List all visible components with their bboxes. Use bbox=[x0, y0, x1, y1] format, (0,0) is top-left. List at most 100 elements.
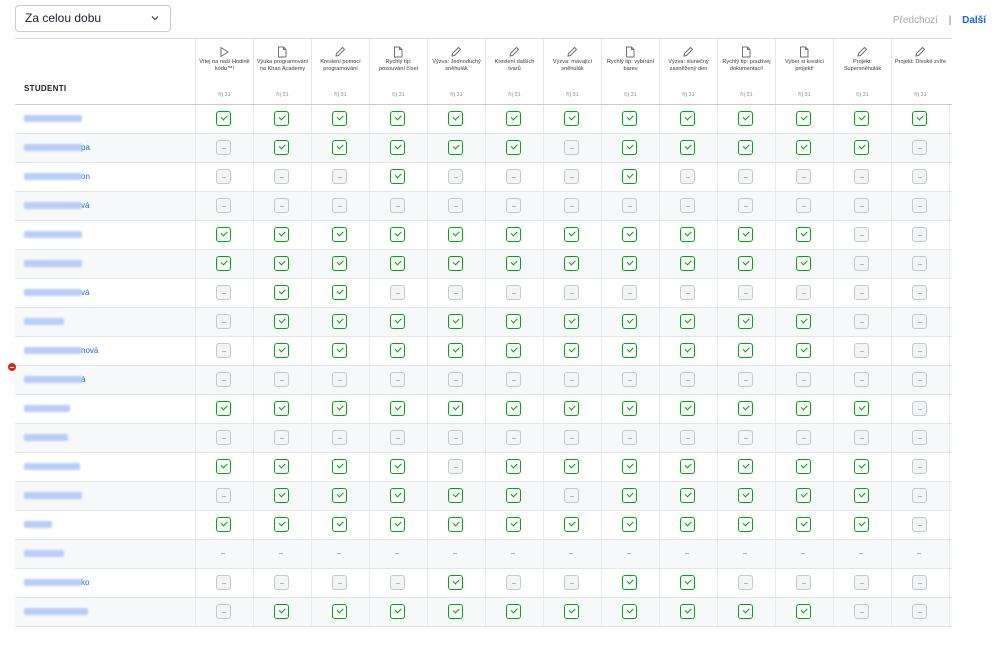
completed-checkbox[interactable] bbox=[622, 401, 637, 416]
student-name-link[interactable]: á bbox=[24, 375, 85, 385]
not-started-checkbox[interactable] bbox=[448, 430, 463, 445]
not-started-checkbox[interactable] bbox=[912, 459, 927, 474]
not-started-checkbox[interactable] bbox=[390, 430, 405, 445]
not-started-checkbox[interactable] bbox=[332, 430, 347, 445]
completed-checkbox[interactable] bbox=[390, 488, 405, 503]
completed-checkbox[interactable] bbox=[390, 111, 405, 126]
completed-checkbox[interactable] bbox=[796, 111, 811, 126]
not-started-checkbox[interactable] bbox=[506, 169, 521, 184]
not-started-checkbox[interactable] bbox=[912, 256, 927, 271]
completed-checkbox[interactable] bbox=[216, 401, 231, 416]
not-started-checkbox[interactable] bbox=[506, 430, 521, 445]
completed-checkbox[interactable] bbox=[564, 343, 579, 358]
not-started-checkbox[interactable] bbox=[216, 140, 231, 155]
not-started-checkbox[interactable] bbox=[448, 198, 463, 213]
completed-checkbox[interactable] bbox=[564, 517, 579, 532]
assignment-column-header[interactable]: Rychlý tip: používej dokumentaci! říj 31 bbox=[717, 39, 775, 104]
completed-checkbox[interactable] bbox=[448, 111, 463, 126]
not-started-checkbox[interactable] bbox=[912, 198, 927, 213]
completed-checkbox[interactable] bbox=[506, 140, 521, 155]
student-name-link[interactable] bbox=[24, 549, 64, 559]
completed-checkbox[interactable] bbox=[274, 285, 289, 300]
assignment-column-header[interactable]: Výzva: slunečný zasněžený den říj 31 bbox=[659, 39, 717, 104]
not-started-checkbox[interactable] bbox=[332, 198, 347, 213]
completed-checkbox[interactable] bbox=[738, 140, 753, 155]
not-started-checkbox[interactable] bbox=[912, 575, 927, 590]
student-name-link[interactable] bbox=[24, 114, 82, 124]
completed-checkbox[interactable] bbox=[448, 488, 463, 503]
completed-checkbox[interactable] bbox=[332, 343, 347, 358]
completed-checkbox[interactable] bbox=[912, 111, 927, 126]
not-started-checkbox[interactable] bbox=[854, 256, 869, 271]
not-started-checkbox[interactable] bbox=[390, 198, 405, 213]
completed-checkbox[interactable] bbox=[796, 459, 811, 474]
completed-checkbox[interactable] bbox=[274, 111, 289, 126]
completed-checkbox[interactable] bbox=[738, 488, 753, 503]
completed-checkbox[interactable] bbox=[390, 227, 405, 242]
completed-checkbox[interactable] bbox=[506, 488, 521, 503]
not-started-checkbox[interactable] bbox=[912, 517, 927, 532]
not-started-checkbox[interactable] bbox=[216, 372, 231, 387]
not-started-checkbox[interactable] bbox=[564, 169, 579, 184]
not-started-checkbox[interactable] bbox=[796, 198, 811, 213]
not-started-checkbox[interactable] bbox=[680, 430, 695, 445]
completed-checkbox[interactable] bbox=[332, 517, 347, 532]
not-started-checkbox[interactable] bbox=[622, 198, 637, 213]
completed-checkbox[interactable] bbox=[854, 488, 869, 503]
completed-checkbox[interactable] bbox=[796, 314, 811, 329]
completed-checkbox[interactable] bbox=[622, 169, 637, 184]
completed-checkbox[interactable] bbox=[448, 517, 463, 532]
completed-checkbox[interactable] bbox=[854, 401, 869, 416]
assignment-column-header[interactable]: Projekt: Supersněhulák říj 31 bbox=[833, 39, 891, 104]
not-started-checkbox[interactable] bbox=[506, 575, 521, 590]
completed-checkbox[interactable] bbox=[622, 227, 637, 242]
completed-checkbox[interactable] bbox=[796, 488, 811, 503]
not-started-checkbox[interactable] bbox=[564, 372, 579, 387]
completed-checkbox[interactable] bbox=[506, 401, 521, 416]
completed-checkbox[interactable] bbox=[274, 256, 289, 271]
completed-checkbox[interactable] bbox=[622, 488, 637, 503]
completed-checkbox[interactable] bbox=[274, 517, 289, 532]
completed-checkbox[interactable] bbox=[680, 314, 695, 329]
assignment-column-header[interactable]: Výuka programování na Khan Academy říj 31 bbox=[253, 39, 311, 104]
completed-checkbox[interactable] bbox=[390, 401, 405, 416]
student-name-link[interactable] bbox=[24, 230, 82, 240]
not-started-checkbox[interactable] bbox=[738, 169, 753, 184]
not-started-checkbox[interactable] bbox=[680, 169, 695, 184]
not-started-checkbox[interactable] bbox=[448, 285, 463, 300]
not-started-checkbox[interactable] bbox=[680, 285, 695, 300]
not-started-checkbox[interactable] bbox=[216, 604, 231, 619]
completed-checkbox[interactable] bbox=[738, 459, 753, 474]
student-name-link[interactable] bbox=[24, 259, 82, 269]
not-started-checkbox[interactable] bbox=[564, 575, 579, 590]
completed-checkbox[interactable] bbox=[854, 517, 869, 532]
completed-checkbox[interactable] bbox=[738, 401, 753, 416]
completed-checkbox[interactable] bbox=[448, 314, 463, 329]
student-name-link[interactable] bbox=[24, 433, 68, 443]
not-started-checkbox[interactable] bbox=[564, 285, 579, 300]
not-started-checkbox[interactable] bbox=[274, 575, 289, 590]
completed-checkbox[interactable] bbox=[448, 227, 463, 242]
not-started-checkbox[interactable] bbox=[738, 285, 753, 300]
student-name-link[interactable]: vá bbox=[24, 288, 89, 298]
completed-checkbox[interactable] bbox=[796, 604, 811, 619]
completed-checkbox[interactable] bbox=[738, 227, 753, 242]
not-started-checkbox[interactable] bbox=[912, 314, 927, 329]
not-started-checkbox[interactable] bbox=[912, 401, 927, 416]
completed-checkbox[interactable] bbox=[506, 227, 521, 242]
completed-checkbox[interactable] bbox=[390, 140, 405, 155]
not-started-checkbox[interactable] bbox=[912, 604, 927, 619]
student-name-link[interactable]: nová bbox=[24, 346, 98, 356]
completed-checkbox[interactable] bbox=[680, 343, 695, 358]
not-started-checkbox[interactable] bbox=[854, 604, 869, 619]
completed-checkbox[interactable] bbox=[796, 140, 811, 155]
not-started-checkbox[interactable] bbox=[332, 169, 347, 184]
completed-checkbox[interactable] bbox=[680, 256, 695, 271]
not-started-checkbox[interactable] bbox=[854, 343, 869, 358]
completed-checkbox[interactable] bbox=[622, 575, 637, 590]
not-started-checkbox[interactable] bbox=[448, 459, 463, 474]
not-started-checkbox[interactable] bbox=[854, 430, 869, 445]
period-select[interactable]: Za celou dobu bbox=[15, 5, 171, 32]
not-started-checkbox[interactable] bbox=[564, 488, 579, 503]
not-started-checkbox[interactable] bbox=[390, 575, 405, 590]
